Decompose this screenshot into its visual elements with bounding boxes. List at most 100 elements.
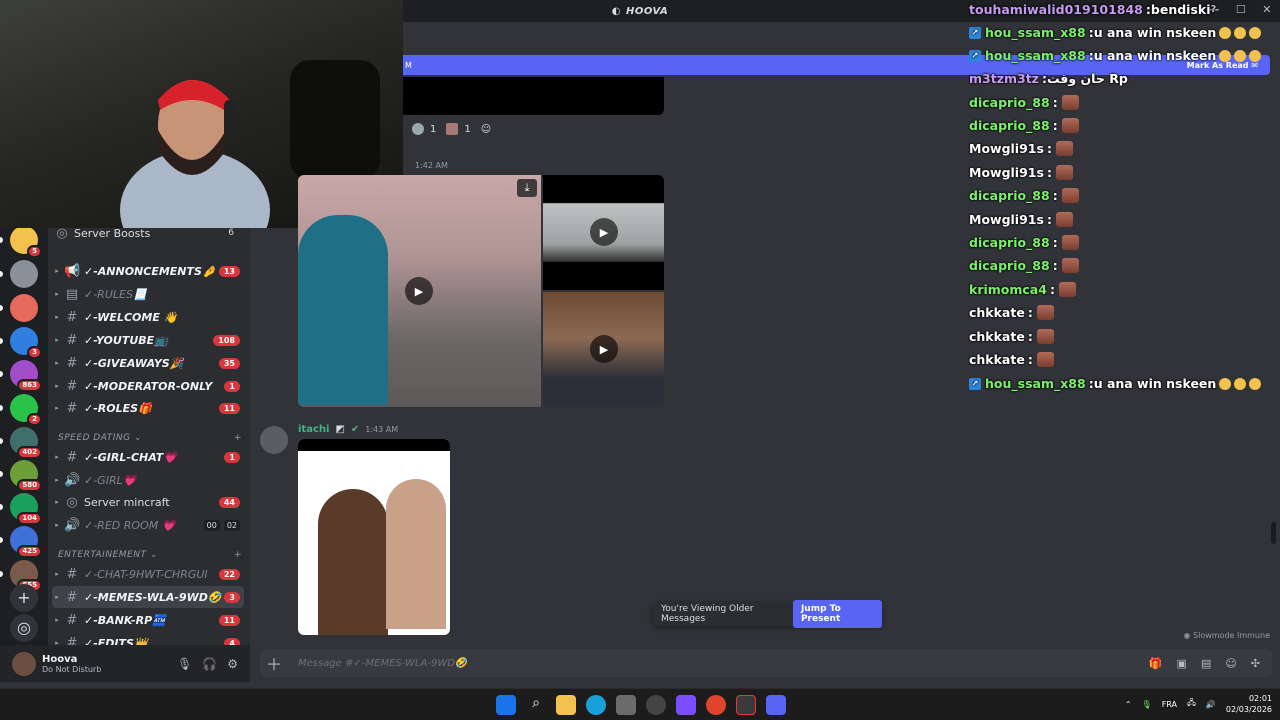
- store-icon[interactable]: [616, 695, 636, 715]
- channel-item[interactable]: ▸ # ✓-YOUTUBE📺 108: [52, 329, 244, 351]
- unread-indicator: [0, 405, 3, 411]
- server-icon[interactable]: 425: [10, 526, 42, 558]
- apps-icon[interactable]: ✣: [1251, 657, 1260, 670]
- channel-item[interactable]: ▸ # ✓-GIRL-CHAT💗 1: [52, 446, 244, 468]
- server-icon[interactable]: 402: [10, 427, 42, 459]
- chat-username[interactable]: Mowgli91s: [969, 212, 1044, 227]
- chat-username[interactable]: dicaprio_88: [969, 95, 1050, 110]
- server-icon[interactable]: [10, 294, 38, 322]
- server-icon[interactable]: 3: [10, 327, 42, 359]
- app-icon[interactable]: [676, 695, 696, 715]
- clock[interactable]: 02:01 02/03/2026: [1226, 693, 1272, 715]
- chat-username[interactable]: dicaprio_88: [969, 188, 1050, 203]
- video-attachment[interactable]: ▶: [543, 175, 664, 290]
- server-icon[interactable]: [10, 260, 38, 288]
- search-icon[interactable]: ⌕: [526, 695, 546, 715]
- jump-to-present-button[interactable]: Jump To Present: [792, 600, 882, 628]
- channel-item[interactable]: ▸ # ✓-BANK-RP🏧 11: [52, 609, 244, 631]
- image-attachment[interactable]: [298, 439, 450, 635]
- obs-icon[interactable]: [736, 695, 756, 715]
- chat-username[interactable]: dicaprio_88: [969, 118, 1050, 133]
- headphones-icon[interactable]: 🎧: [202, 657, 217, 671]
- video-attachment[interactable]: ▶ ⤓: [298, 175, 541, 407]
- prime-badge-icon: ↗: [969, 49, 981, 62]
- network-icon[interactable]: 🖧: [1187, 697, 1196, 711]
- emoji-icon[interactable]: ☺: [1225, 657, 1236, 670]
- sticker-icon[interactable]: ▤: [1201, 657, 1211, 670]
- server-icon[interactable]: 580: [10, 460, 42, 492]
- chat-username[interactable]: Mowgli91s: [969, 141, 1044, 156]
- media-attachment[interactable]: [403, 77, 664, 115]
- add-server-icon[interactable]: +: [10, 584, 38, 612]
- chat-username[interactable]: krimomca4: [969, 282, 1047, 297]
- server-icon[interactable]: 5: [10, 226, 42, 258]
- unread-indicator: [0, 504, 3, 510]
- video-attachment[interactable]: ▶: [543, 292, 664, 407]
- folder-icon[interactable]: [556, 695, 576, 715]
- expand-arrow-icon: ▸: [55, 521, 59, 529]
- avatar[interactable]: [260, 426, 288, 454]
- gift-icon[interactable]: 🎁: [1149, 657, 1163, 670]
- channel-item[interactable]: ▸ 📢 ✓-ANNONCEMENTS🤌 13: [52, 260, 244, 282]
- play-icon[interactable]: ▶: [590, 218, 618, 246]
- play-icon[interactable]: ▶: [405, 277, 433, 305]
- chat-username[interactable]: hou_ssam_x88: [985, 376, 1086, 391]
- server-icon[interactable]: 863: [10, 360, 42, 392]
- discord-icon[interactable]: [766, 695, 786, 715]
- add-channel-icon[interactable]: +: [234, 433, 242, 443]
- separator: :: [1027, 305, 1033, 320]
- chat-username[interactable]: touhamiwalid019101848: [969, 2, 1143, 17]
- gear-icon[interactable]: ⚙: [227, 657, 238, 671]
- scrollbar[interactable]: [1271, 522, 1276, 544]
- add-channel-icon[interactable]: +: [234, 550, 242, 560]
- channel-item[interactable]: ▸ # ✓-MEMES-WLA-9WD🤣 3: [52, 586, 244, 608]
- play-icon[interactable]: ▶: [590, 335, 618, 363]
- chat-username[interactable]: Mowgli91s: [969, 165, 1044, 180]
- chat-line: ↗ hou_ssam_x88: u ana win nskeen: [969, 25, 1262, 40]
- message-input[interactable]: Message #✓-MEMES-WLA-9WD🤣: [298, 658, 1149, 669]
- volume-icon[interactable]: 🔊: [1206, 700, 1216, 709]
- windows-start-icon[interactable]: [496, 695, 516, 715]
- channel-item[interactable]: ▸ 🔊 ✓-RED ROOM 💗 00 02: [52, 514, 244, 536]
- discover-icon[interactable]: ◎: [10, 614, 38, 642]
- channel-item[interactable]: ▸ # ✓-GIVEAWAYS🎉 35: [52, 352, 244, 374]
- chat-username[interactable]: dicaprio_88: [969, 235, 1050, 250]
- category-entertainement[interactable]: ENTERTAINEMENT ⌄ +: [58, 550, 242, 560]
- edge-icon[interactable]: [586, 695, 606, 715]
- reaction-1[interactable]: 1: [412, 123, 436, 135]
- gif-icon[interactable]: ▣: [1177, 657, 1187, 670]
- channel-item[interactable]: ▸ ▤ ✓-RULES📃: [52, 283, 244, 305]
- server-icon[interactable]: 104: [10, 493, 42, 525]
- category-speed-dating[interactable]: SPEED DATING ⌄ +: [58, 433, 242, 443]
- unread-count: 3: [224, 591, 240, 603]
- chrome-icon[interactable]: [706, 695, 726, 715]
- emote-icon: [1061, 188, 1079, 203]
- chat-username[interactable]: chkkate: [969, 329, 1025, 344]
- chat-username[interactable]: chkkate: [969, 352, 1025, 367]
- add-reaction-icon[interactable]: ☺: [481, 124, 491, 135]
- reaction-2[interactable]: 1: [446, 123, 471, 135]
- channel-item[interactable]: ▸ # ✓-MODERATOR-ONLY 1: [52, 375, 244, 397]
- channel-item[interactable]: ▸ # ✓-WELCOME 👋: [52, 306, 244, 328]
- microphone-icon[interactable]: 🎙: [1142, 700, 1152, 709]
- channel-item[interactable]: ▸ # ✓-CHAT-9HWT-CHRGUI 22: [52, 563, 244, 585]
- channel-item[interactable]: ▸ 🔊 ✓-GIRL💗: [52, 469, 244, 491]
- server-icon[interactable]: 2: [10, 394, 42, 426]
- language-indicator[interactable]: FRA: [1162, 700, 1177, 709]
- chat-username[interactable]: hou_ssam_x88: [985, 25, 1086, 40]
- chat-username[interactable]: m3tzm3tz: [969, 71, 1039, 86]
- app-icon[interactable]: [646, 695, 666, 715]
- chevron-up-icon[interactable]: ⌃: [1125, 700, 1132, 709]
- message-author[interactable]: itachi: [298, 424, 329, 435]
- download-icon[interactable]: ⤓: [517, 179, 537, 197]
- chat-username[interactable]: chkkate: [969, 305, 1025, 320]
- separator: :: [1027, 329, 1033, 344]
- microphone-icon[interactable]: 🎙: [177, 657, 192, 671]
- channel-item[interactable]: ▸ # ✓-ROLES🎁 11: [52, 397, 244, 419]
- smile-emoji-icon: [1234, 377, 1247, 390]
- attach-button[interactable]: ＋: [260, 651, 288, 675]
- chat-username[interactable]: hou_ssam_x88: [985, 48, 1086, 63]
- avatar[interactable]: [12, 651, 36, 676]
- chat-username[interactable]: dicaprio_88: [969, 258, 1050, 273]
- channel-item[interactable]: ▸ ◎ Server mincraft 44: [52, 491, 244, 513]
